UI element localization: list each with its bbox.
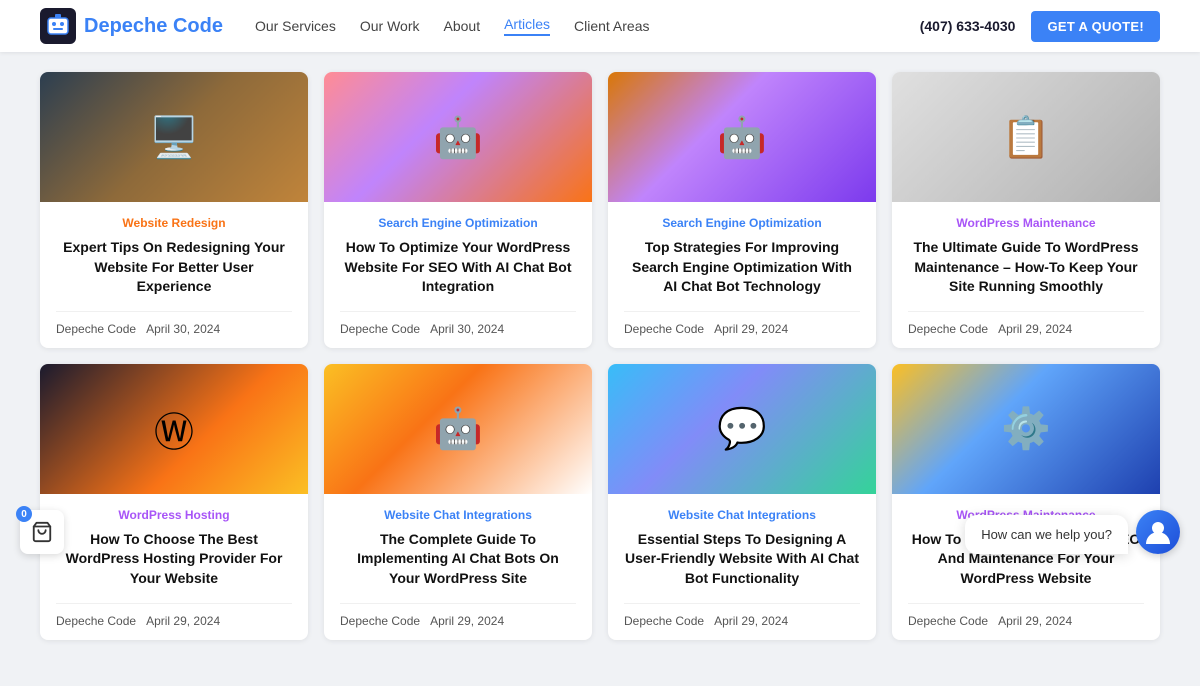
card-image-icon: 🤖 — [717, 114, 767, 161]
card-title: Essential Steps To Designing A User-Frie… — [624, 530, 860, 589]
card-author: Depeche Code — [624, 322, 704, 336]
article-card[interactable]: 🤖 Search Engine Optimization How To Opti… — [324, 72, 592, 348]
card-category: WordPress Hosting — [56, 508, 292, 522]
logo-text: Depeche Code — [84, 15, 223, 38]
nav-about[interactable]: About — [444, 18, 481, 34]
card-title: Top Strategies For Improving Search Engi… — [624, 238, 860, 297]
card-image-icon: 📋 — [1001, 114, 1051, 161]
card-title: The Complete Guide To Implementing AI Ch… — [340, 530, 576, 589]
card-date: April 29, 2024 — [714, 322, 788, 336]
nav-our-services[interactable]: Our Services — [255, 18, 336, 34]
card-author: Depeche Code — [340, 322, 420, 336]
card-footer: Depeche Code April 29, 2024 — [340, 603, 576, 628]
card-date: April 30, 2024 — [430, 322, 504, 336]
card-image: 🖥️ — [40, 72, 308, 202]
card-title: How To Choose The Best WordPress Hosting… — [56, 530, 292, 589]
card-category: WordPress Maintenance — [908, 216, 1144, 230]
article-card[interactable]: ⚙️ WordPress Maintenance How To Successf… — [892, 364, 1160, 640]
card-category: Website Redesign — [56, 216, 292, 230]
card-image: 🤖 — [608, 72, 876, 202]
card-body: Website Chat Integrations Essential Step… — [608, 494, 876, 640]
nav-client-areas[interactable]: Client Areas — [574, 18, 649, 34]
phone-number: (407) 633-4030 — [920, 18, 1016, 34]
card-image-icon: ⚙️ — [1001, 405, 1051, 452]
card-image-icon: 🤖 — [433, 114, 483, 161]
card-footer: Depeche Code April 29, 2024 — [908, 603, 1144, 628]
article-card[interactable]: 🖥️ Website Redesign Expert Tips On Redes… — [40, 72, 308, 348]
card-date: April 29, 2024 — [998, 614, 1072, 628]
card-body: WordPress Hosting How To Choose The Best… — [40, 494, 308, 640]
card-image: Ⓦ — [40, 364, 308, 494]
logo-icon — [40, 8, 76, 44]
card-body: Website Chat Integrations The Complete G… — [324, 494, 592, 640]
chat-widget: How can we help you? — [965, 510, 1180, 554]
articles-row-1: 🖥️ Website Redesign Expert Tips On Redes… — [40, 72, 1160, 348]
card-date: April 30, 2024 — [146, 322, 220, 336]
card-title: The Ultimate Guide To WordPress Maintena… — [908, 238, 1144, 297]
card-footer: Depeche Code April 29, 2024 — [624, 603, 860, 628]
main-content: 🖥️ Website Redesign Expert Tips On Redes… — [0, 52, 1200, 686]
article-card[interactable]: 💬 Website Chat Integrations Essential St… — [608, 364, 876, 640]
card-image: 🤖 — [324, 364, 592, 494]
card-footer: Depeche Code April 29, 2024 — [908, 311, 1144, 336]
article-card[interactable]: 📋 WordPress Maintenance The Ultimate Gui… — [892, 72, 1160, 348]
card-body: Search Engine Optimization How To Optimi… — [324, 202, 592, 348]
nav-articles[interactable]: Articles — [504, 16, 550, 36]
card-body: Search Engine Optimization Top Strategie… — [608, 202, 876, 348]
card-author: Depeche Code — [908, 322, 988, 336]
card-category: Website Chat Integrations — [624, 508, 860, 522]
card-image: 💬 — [608, 364, 876, 494]
card-image-icon: 🤖 — [433, 405, 483, 452]
card-author: Depeche Code — [56, 322, 136, 336]
card-image: 🤖 — [324, 72, 592, 202]
card-date: April 29, 2024 — [714, 614, 788, 628]
chat-avatar[interactable] — [1136, 510, 1180, 554]
card-title: How To Optimize Your WordPress Website F… — [340, 238, 576, 297]
nav-our-work[interactable]: Our Work — [360, 18, 420, 34]
card-image-icon: 💬 — [717, 405, 767, 452]
articles-row-2: Ⓦ WordPress Hosting How To Choose The Be… — [40, 364, 1160, 640]
card-body: Website Redesign Expert Tips On Redesign… — [40, 202, 308, 348]
site-header: Depeche Code Our Services Our Work About… — [0, 0, 1200, 52]
chat-bubble: How can we help you? — [965, 515, 1128, 554]
card-date: April 29, 2024 — [430, 614, 504, 628]
chat-avatar-icon — [1142, 516, 1174, 548]
card-author: Depeche Code — [56, 614, 136, 628]
article-card[interactable]: Ⓦ WordPress Hosting How To Choose The Be… — [40, 364, 308, 640]
card-category: Search Engine Optimization — [340, 216, 576, 230]
card-author: Depeche Code — [340, 614, 420, 628]
card-body: WordPress Maintenance The Ultimate Guide… — [892, 202, 1160, 348]
card-author: Depeche Code — [624, 614, 704, 628]
main-nav: Our Services Our Work About Articles Cli… — [255, 16, 920, 36]
card-image-icon: 🖥️ — [149, 114, 199, 161]
card-title: Expert Tips On Redesigning Your Website … — [56, 238, 292, 297]
card-image-icon: Ⓦ — [154, 400, 194, 458]
cart-widget: 0 — [20, 510, 64, 554]
article-card[interactable]: 🤖 Search Engine Optimization Top Strateg… — [608, 72, 876, 348]
cart-icon — [31, 521, 53, 543]
card-date: April 29, 2024 — [998, 322, 1072, 336]
card-category: Search Engine Optimization — [624, 216, 860, 230]
article-card[interactable]: 🤖 Website Chat Integrations The Complete… — [324, 364, 592, 640]
card-image: ⚙️ — [892, 364, 1160, 494]
cart-button[interactable]: 0 — [20, 510, 64, 554]
get-quote-button[interactable]: GET A QUOTE! — [1031, 11, 1160, 42]
cart-badge: 0 — [16, 506, 32, 522]
card-footer: Depeche Code April 30, 2024 — [56, 311, 292, 336]
logo[interactable]: Depeche Code — [40, 8, 223, 44]
card-author: Depeche Code — [908, 614, 988, 628]
card-footer: Depeche Code April 30, 2024 — [340, 311, 576, 336]
card-category: Website Chat Integrations — [340, 508, 576, 522]
card-footer: Depeche Code April 29, 2024 — [624, 311, 860, 336]
card-footer: Depeche Code April 29, 2024 — [56, 603, 292, 628]
card-date: April 29, 2024 — [146, 614, 220, 628]
card-image: 📋 — [892, 72, 1160, 202]
